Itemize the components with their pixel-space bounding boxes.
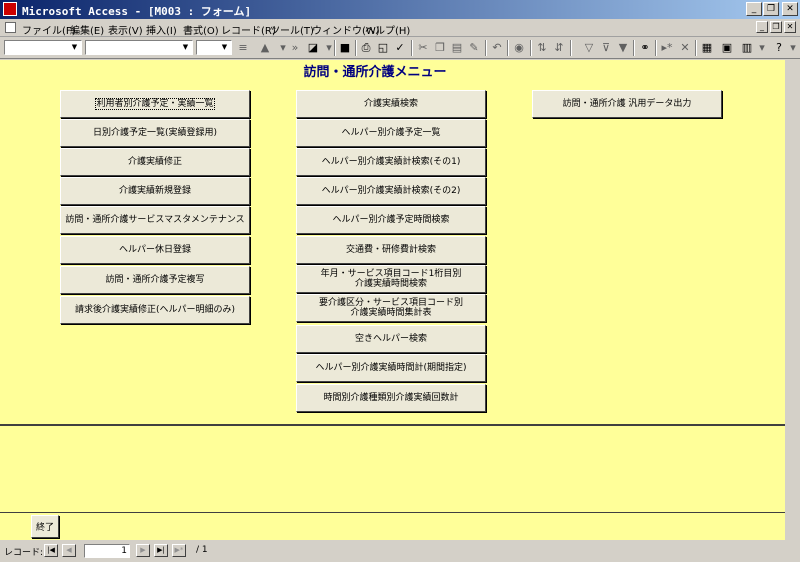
menu-button-schedule-copy[interactable]: 訪問・通所介護予定複写: [60, 266, 250, 294]
menu-button-helper-results-1[interactable]: ヘルパー別介護実績計検索(その1): [296, 148, 486, 176]
menu-button-results-edit[interactable]: 介護実績修正: [60, 148, 250, 176]
menu-file[interactable]: ファイル(F): [22, 22, 76, 37]
find-binoculars-icon[interactable]: ⚭: [638, 41, 652, 55]
record-total: / 1: [196, 545, 208, 555]
window-titlebar: Microsoft Access - [M003 : フォーム] _ ❐ ✕: [0, 0, 800, 19]
print-preview-icon[interactable]: ◱: [376, 41, 390, 55]
menu-button-time-type-count[interactable]: 時間別介護種類別介護実績回数計: [296, 384, 486, 412]
apply-filter-icon[interactable]: ▼: [616, 41, 630, 55]
menu-button-user-schedule-results[interactable]: 利用者別介護予定・実績一覧: [60, 90, 250, 118]
form-title: 訪問・通所介護メニュー: [303, 65, 447, 80]
menu-button-post-billing-edit[interactable]: 請求後介護実績修正(ヘルパー明細のみ): [60, 296, 250, 324]
paste-icon[interactable]: ▤: [450, 41, 464, 55]
dropdown-arrow-icon[interactable]: ▾: [755, 41, 769, 55]
form-document-icon[interactable]: [5, 22, 16, 33]
mdi-minimize-button[interactable]: _: [756, 21, 768, 33]
cut-icon[interactable]: ✂: [416, 41, 430, 55]
chevron-down-icon: ▼: [182, 43, 189, 51]
vertical-scrollbar-track[interactable]: [785, 60, 800, 540]
filter-by-selection-icon[interactable]: ▽: [582, 41, 596, 55]
menu-button-data-export[interactable]: 訪問・通所介護 汎用データ出力: [532, 90, 722, 118]
menu-bar: ファイル(F) 編集(E) 表示(V) 挿入(I) 書式(O) レコード(R) …: [0, 19, 800, 37]
exit-button[interactable]: 終了: [31, 515, 59, 538]
access-app-icon[interactable]: [3, 2, 17, 16]
menu-button-results-search[interactable]: 介護実績検索: [296, 90, 486, 118]
next-record-button[interactable]: ▶: [136, 544, 150, 557]
sort-ascending-icon[interactable]: ⇅: [535, 41, 549, 55]
hyperlink-icon[interactable]: ◉: [512, 41, 526, 55]
resize-grip[interactable]: [785, 540, 800, 562]
delete-record-icon[interactable]: ✕: [678, 41, 692, 55]
dropdown-arrow-icon[interactable]: ▾: [786, 41, 800, 55]
menu-help[interactable]: ヘルプ(H): [365, 22, 410, 37]
menu-insert[interactable]: 挿入(I): [146, 22, 177, 37]
menu-button-monthly-service-hours[interactable]: 年月・サービス項目コード1桁目別 介護実績時間検索: [296, 265, 486, 293]
menu-record[interactable]: レコード(R): [221, 22, 276, 37]
more-icon[interactable]: »: [288, 41, 302, 55]
form-footer-section: [0, 426, 785, 512]
menu-edit[interactable]: 編集(E): [70, 22, 104, 37]
spelling-icon[interactable]: ✓: [393, 41, 407, 55]
menu-button-transport-training[interactable]: 交通費・研修費計検索: [296, 236, 486, 264]
menu-button-daily-schedule[interactable]: 日別介護予定一覧(実績登録用): [60, 119, 250, 147]
font-name-combo[interactable]: ▼: [85, 40, 193, 55]
record-label: レコード:: [4, 548, 44, 558]
formatting-toolbar: ▼ ▼ ▼ ≡ ▲ ▾ » ◪ ▾ ■ ⎙ ◱ ✓ ✂ ❐ ▤ ✎ ↶ ◉ ⇅ …: [0, 37, 800, 59]
mdi-restore-button[interactable]: ❐: [770, 21, 782, 33]
new-record-icon[interactable]: ▸*: [660, 41, 674, 55]
menu-button-helper-results-2[interactable]: ヘルパー別介護実績計検索(その2): [296, 177, 486, 205]
menu-button-available-helper[interactable]: 空きヘルパー検索: [296, 325, 486, 353]
help-icon[interactable]: ?: [772, 41, 786, 55]
menu-button-helper-schedule-list[interactable]: ヘルパー別介護予定一覧: [296, 119, 486, 147]
sort-descending-icon[interactable]: ⇵: [552, 41, 566, 55]
object-combo[interactable]: ▼: [4, 40, 82, 55]
window-title: Microsoft Access - [M003 : フォーム]: [22, 5, 252, 18]
restore-button[interactable]: ❐: [763, 2, 779, 16]
menu-tools[interactable]: ツール(T): [270, 22, 314, 37]
print-icon[interactable]: ⎙: [359, 41, 373, 55]
first-record-button[interactable]: |◀: [44, 544, 58, 557]
previous-record-button[interactable]: ◀: [62, 544, 76, 557]
align-icon[interactable]: ≡: [236, 41, 250, 55]
menu-button-care-level-summary[interactable]: 要介護区分・サービス項目コード別 介護実績時間集計表: [296, 294, 486, 322]
menu-view[interactable]: 表示(V): [108, 22, 143, 37]
format-painter-icon[interactable]: ✎: [467, 41, 481, 55]
last-record-button[interactable]: ▶|: [154, 544, 168, 557]
chevron-down-icon: ▼: [221, 43, 228, 51]
form-footer-bar: [0, 513, 785, 540]
chevron-down-icon: ▼: [71, 43, 78, 51]
font-size-combo[interactable]: ▼: [196, 40, 232, 55]
line-color-icon[interactable]: ▲: [258, 41, 272, 55]
menu-button-results-new[interactable]: 介護実績新規登録: [60, 177, 250, 205]
undo-icon[interactable]: ↶: [490, 41, 504, 55]
record-navigation-bar: レコード: |◀ ◀ 1 ▶ ▶| ▶* / 1: [0, 540, 800, 562]
new-object-icon[interactable]: ▥: [740, 41, 754, 55]
menu-button-helper-holiday[interactable]: ヘルパー休日登録: [60, 236, 250, 264]
current-record-input[interactable]: 1: [84, 544, 130, 558]
filter-by-form-icon[interactable]: ⊽: [599, 41, 613, 55]
minimize-button[interactable]: _: [746, 2, 762, 16]
menu-button-helper-hours-period[interactable]: ヘルパー別介護実績時間計(期間指定): [296, 354, 486, 382]
menu-button-service-master[interactable]: 訪問・通所介護サービスマスタメンテナンス: [60, 206, 250, 234]
save-icon[interactable]: ■: [338, 41, 352, 55]
menu-format[interactable]: 書式(O): [183, 22, 219, 37]
properties-icon[interactable]: ▦: [700, 41, 714, 55]
database-window-icon[interactable]: ▣: [720, 41, 734, 55]
copy-icon[interactable]: ❐: [433, 41, 447, 55]
view-icon[interactable]: ◪: [306, 41, 320, 55]
menu-button-helper-schedule-hours[interactable]: ヘルパー別介護予定時間検索: [296, 206, 486, 234]
new-record-button[interactable]: ▶*: [172, 544, 186, 557]
mdi-close-button[interactable]: ✕: [784, 21, 796, 33]
close-button[interactable]: ✕: [782, 2, 798, 16]
